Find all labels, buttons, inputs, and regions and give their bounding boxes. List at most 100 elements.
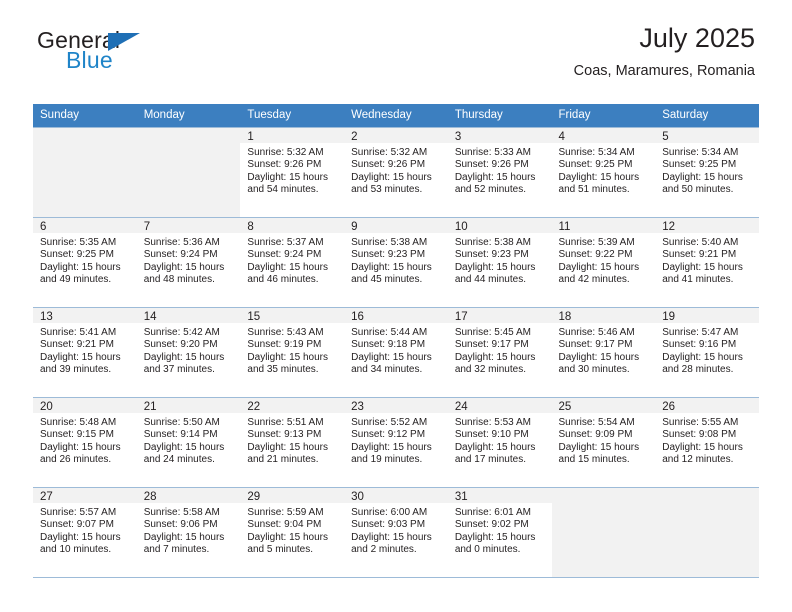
day-cell-inner: 14 Sunrise: 5:42 AM Sunset: 9:20 PM Dayli…: [136, 308, 241, 397]
calendar-day-cell[interactable]: 4 Sunrise: 5:34 AM Sunset: 9:25 PM Daylig…: [551, 127, 656, 218]
sun-times-detail: Sunrise: 5:39 AM Sunset: 9:22 PM Dayligh…: [558, 237, 640, 286]
day-cell-inner: 9 Sunrise: 5:38 AM Sunset: 9:23 PM Daylig…: [344, 218, 448, 307]
day-number: 13: [40, 311, 53, 323]
generalblue-logo[interactable]: General Blue: [37, 27, 237, 79]
sun-times-detail: Sunrise: 5:52 AM Sunset: 9:12 PM Dayligh…: [351, 417, 432, 466]
weekday-header-thursday: Thursday: [447, 104, 552, 128]
calendar-day-cell[interactable]: 1 Sunrise: 5:32 AM Sunset: 9:26 PM Daylig…: [240, 127, 345, 218]
day-cell-inner: 27 Sunrise: 5:57 AM Sunset: 9:07 PM Dayli…: [33, 488, 137, 577]
weekday-header-sunday: Sunday: [33, 104, 137, 128]
calendar-day-cell[interactable]: 28 Sunrise: 5:58 AM Sunset: 9:06 PM Dayli…: [136, 487, 241, 578]
day-cell-inner: 10 Sunrise: 5:38 AM Sunset: 9:23 PM Dayli…: [447, 218, 552, 307]
calendar-day-cell[interactable]: 24 Sunrise: 5:53 AM Sunset: 9:10 PM Dayli…: [447, 397, 552, 488]
sun-times-detail: Sunrise: 5:38 AM Sunset: 9:23 PM Dayligh…: [454, 237, 536, 286]
day-number: 6: [40, 221, 47, 233]
day-number: 14: [143, 311, 157, 323]
day-number: 19: [662, 311, 676, 323]
day-number: 5: [662, 131, 669, 143]
calendar-day-cell[interactable]: 21 Sunrise: 5:50 AM Sunset: 9:14 PM Dayli…: [136, 397, 241, 488]
calendar-body: 1 Sunrise: 5:32 AM Sunset: 9:26 PM Daylig…: [33, 127, 759, 578]
calendar-day-cell[interactable]: 19 Sunrise: 5:47 AM Sunset: 9:16 PM Dayli…: [655, 307, 759, 398]
day-cell-inner: [551, 488, 656, 577]
sun-times-detail: Sunrise: 5:53 AM Sunset: 9:10 PM Dayligh…: [454, 417, 536, 466]
sun-times-detail: Sunrise: 5:45 AM Sunset: 9:17 PM Dayligh…: [454, 327, 536, 376]
calendar-day-cell[interactable]: 9 Sunrise: 5:38 AM Sunset: 9:23 PM Daylig…: [344, 217, 448, 308]
calendar-header-row: Sunday Monday Tuesday Wednesday Thursday…: [33, 104, 759, 128]
sun-times-detail: Sunrise: 5:43 AM Sunset: 9:19 PM Dayligh…: [247, 327, 329, 376]
sun-times-detail: Sunrise: 5:32 AM Sunset: 9:26 PM Dayligh…: [351, 147, 432, 196]
calendar-day-cell[interactable]: 14 Sunrise: 5:42 AM Sunset: 9:20 PM Dayli…: [136, 307, 241, 398]
calendar-day-cell[interactable]: 23 Sunrise: 5:52 AM Sunset: 9:12 PM Dayli…: [344, 397, 448, 488]
calendar-week-row: 27 Sunrise: 5:57 AM Sunset: 9:07 PM Dayli…: [33, 487, 759, 578]
sun-times-detail: Sunrise: 5:58 AM Sunset: 9:06 PM Dayligh…: [143, 507, 225, 556]
day-number: 15: [247, 311, 261, 323]
calendar-day-cell[interactable]: 12 Sunrise: 5:40 AM Sunset: 9:21 PM Dayli…: [655, 217, 759, 308]
day-cell-inner: [33, 128, 137, 217]
calendar-day-cell[interactable]: 8 Sunrise: 5:37 AM Sunset: 9:24 PM Daylig…: [240, 217, 345, 308]
calendar-day-cell[interactable]: 6 Sunrise: 5:35 AM Sunset: 9:25 PM Daylig…: [33, 217, 137, 308]
day-cell-inner: 26 Sunrise: 5:55 AM Sunset: 9:08 PM Dayli…: [655, 398, 759, 487]
sun-times-detail: Sunrise: 5:51 AM Sunset: 9:13 PM Dayligh…: [247, 417, 329, 466]
day-cell-inner: 30 Sunrise: 6:00 AM Sunset: 9:03 PM Dayli…: [344, 488, 448, 577]
sun-times-detail: Sunrise: 5:50 AM Sunset: 9:14 PM Dayligh…: [143, 417, 225, 466]
calendar-day-cell[interactable]: 26 Sunrise: 5:55 AM Sunset: 9:08 PM Dayli…: [655, 397, 759, 488]
calendar-grid: Sunday Monday Tuesday Wednesday Thursday…: [33, 104, 759, 578]
calendar-cell-empty: [655, 487, 759, 578]
day-cell-inner: 13 Sunrise: 5:41 AM Sunset: 9:21 PM Dayli…: [33, 308, 137, 397]
sun-times-detail: Sunrise: 5:33 AM Sunset: 9:26 PM Dayligh…: [454, 147, 536, 196]
day-number: 3: [454, 131, 462, 143]
day-cell-inner: 19 Sunrise: 5:47 AM Sunset: 9:16 PM Dayli…: [655, 308, 759, 397]
calendar-day-cell[interactable]: 5 Sunrise: 5:34 AM Sunset: 9:25 PM Daylig…: [655, 127, 759, 218]
weekday-header-friday: Friday: [551, 104, 656, 128]
calendar-day-cell[interactable]: 20 Sunrise: 5:48 AM Sunset: 9:15 PM Dayli…: [33, 397, 137, 488]
day-number: 22: [247, 401, 261, 413]
day-cell-inner: 2 Sunrise: 5:32 AM Sunset: 9:26 PM Daylig…: [344, 128, 448, 217]
calendar-day-cell[interactable]: 17 Sunrise: 5:45 AM Sunset: 9:17 PM Dayli…: [447, 307, 552, 398]
title-block: July 2025 Coas, Maramures, Romania: [574, 22, 755, 81]
day-number: 10: [454, 221, 468, 233]
sun-times-detail: Sunrise: 5:40 AM Sunset: 9:21 PM Dayligh…: [662, 237, 743, 286]
sun-times-detail: Sunrise: 5:37 AM Sunset: 9:24 PM Dayligh…: [247, 237, 329, 286]
calendar-day-cell[interactable]: 11 Sunrise: 5:39 AM Sunset: 9:22 PM Dayli…: [551, 217, 656, 308]
calendar-day-cell[interactable]: 22 Sunrise: 5:51 AM Sunset: 9:13 PM Dayli…: [240, 397, 345, 488]
day-number: 20: [40, 401, 53, 413]
sun-times-detail: Sunrise: 5:34 AM Sunset: 9:25 PM Dayligh…: [558, 147, 640, 196]
calendar-day-cell[interactable]: 25 Sunrise: 5:54 AM Sunset: 9:09 PM Dayli…: [551, 397, 656, 488]
day-number: 9: [351, 221, 358, 233]
calendar-day-cell[interactable]: 27 Sunrise: 5:57 AM Sunset: 9:07 PM Dayli…: [33, 487, 137, 578]
logo-text-blue: Blue: [66, 47, 113, 73]
sun-times-detail: Sunrise: 5:54 AM Sunset: 9:09 PM Dayligh…: [558, 417, 640, 466]
calendar-day-cell[interactable]: 15 Sunrise: 5:43 AM Sunset: 9:19 PM Dayli…: [240, 307, 345, 398]
calendar-day-cell[interactable]: 7 Sunrise: 5:36 AM Sunset: 9:24 PM Daylig…: [136, 217, 241, 308]
day-number: 28: [143, 491, 157, 503]
day-cell-inner: 6 Sunrise: 5:35 AM Sunset: 9:25 PM Daylig…: [33, 218, 137, 307]
calendar-day-cell[interactable]: 10 Sunrise: 5:38 AM Sunset: 9:23 PM Dayli…: [447, 217, 552, 308]
day-number: 17: [454, 311, 468, 323]
day-number: 27: [40, 491, 53, 503]
day-cell-inner: 5 Sunrise: 5:34 AM Sunset: 9:25 PM Daylig…: [655, 128, 759, 217]
calendar-day-cell[interactable]: 31 Sunrise: 6:01 AM Sunset: 9:02 PM Dayli…: [447, 487, 552, 578]
calendar-day-cell[interactable]: 18 Sunrise: 5:46 AM Sunset: 9:17 PM Dayli…: [551, 307, 656, 398]
calendar-day-cell[interactable]: 16 Sunrise: 5:44 AM Sunset: 9:18 PM Dayli…: [344, 307, 448, 398]
sun-times-detail: Sunrise: 5:46 AM Sunset: 9:17 PM Dayligh…: [558, 327, 640, 376]
sun-times-detail: Sunrise: 5:48 AM Sunset: 9:15 PM Dayligh…: [40, 417, 121, 466]
day-cell-inner: 8 Sunrise: 5:37 AM Sunset: 9:24 PM Daylig…: [240, 218, 345, 307]
calendar-week-row: 6 Sunrise: 5:35 AM Sunset: 9:25 PM Daylig…: [33, 217, 759, 308]
calendar-day-cell[interactable]: 3 Sunrise: 5:33 AM Sunset: 9:26 PM Daylig…: [447, 127, 552, 218]
calendar-week-row: 13 Sunrise: 5:41 AM Sunset: 9:21 PM Dayli…: [33, 307, 759, 398]
calendar-day-cell[interactable]: 2 Sunrise: 5:32 AM Sunset: 9:26 PM Daylig…: [344, 127, 448, 218]
day-cell-inner: 22 Sunrise: 5:51 AM Sunset: 9:13 PM Dayli…: [240, 398, 345, 487]
sun-times-detail: Sunrise: 5:41 AM Sunset: 9:21 PM Dayligh…: [40, 327, 121, 376]
day-cell-inner: 28 Sunrise: 5:58 AM Sunset: 9:06 PM Dayli…: [136, 488, 241, 577]
day-number: 11: [558, 221, 571, 233]
day-number: 26: [662, 401, 676, 413]
calendar-day-cell[interactable]: 29 Sunrise: 5:59 AM Sunset: 9:04 PM Dayli…: [240, 487, 345, 578]
calendar-page: General Blue July 2025 Coas, Maramures, …: [0, 0, 792, 612]
calendar-day-cell[interactable]: 30 Sunrise: 6:00 AM Sunset: 9:03 PM Dayli…: [344, 487, 448, 578]
day-number: 18: [558, 311, 572, 323]
day-cell-inner: 21 Sunrise: 5:50 AM Sunset: 9:14 PM Dayli…: [136, 398, 241, 487]
weekday-header-row: Sunday Monday Tuesday Wednesday Thursday…: [33, 104, 759, 128]
day-number: 12: [662, 221, 676, 233]
day-number: 4: [558, 131, 565, 143]
calendar-day-cell[interactable]: 13 Sunrise: 5:41 AM Sunset: 9:21 PM Dayli…: [33, 307, 137, 398]
